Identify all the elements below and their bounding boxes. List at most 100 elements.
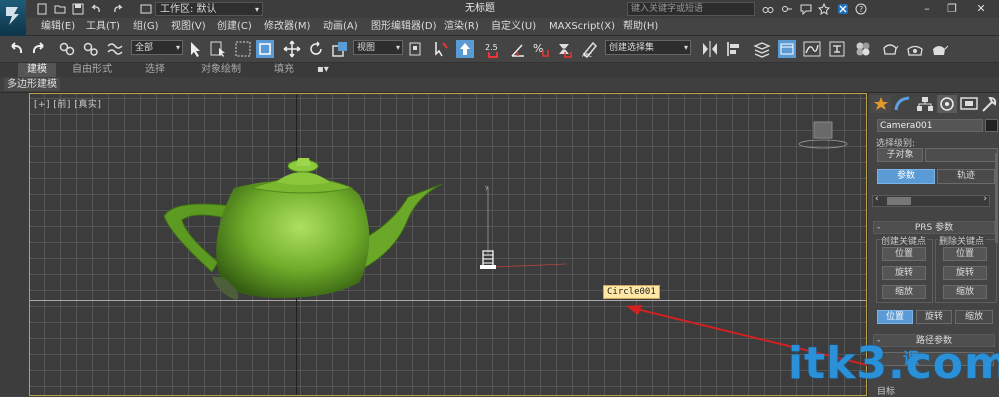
- rectangular-selection-icon[interactable]: [234, 40, 252, 58]
- ribbon-tab-object-paint[interactable]: 对象绘制: [192, 63, 250, 77]
- display-tab-icon[interactable]: [959, 95, 979, 113]
- menu-item-graph-editors[interactable]: 图形编辑器(D): [371, 20, 437, 33]
- scroll-thumb[interactable]: [887, 197, 911, 205]
- new-file-icon[interactable]: [36, 3, 48, 15]
- delete-key-rotation-button[interactable]: 旋转: [943, 266, 987, 280]
- object-name-field[interactable]: Camera001: [877, 119, 983, 132]
- scale-icon[interactable]: [331, 40, 349, 58]
- curve-editor-icon[interactable]: [803, 40, 821, 58]
- ribbon-options-icon[interactable]: ▪▾: [308, 63, 338, 77]
- menu-item-tools[interactable]: 工具(T): [86, 20, 120, 33]
- rotation-mode-button[interactable]: 旋转: [916, 310, 952, 324]
- workspace-dropdown[interactable]: 工作区: 默认 ▾: [155, 2, 263, 16]
- material-editor-icon[interactable]: [854, 40, 872, 58]
- viewcube[interactable]: [798, 116, 848, 150]
- menu-item-customize[interactable]: 自定义(U): [491, 20, 536, 33]
- motion-tab-icon[interactable]: [937, 95, 957, 113]
- star-icon[interactable]: [818, 3, 830, 15]
- panel-vertical-scrollbar[interactable]: [995, 153, 998, 243]
- utilities-tab-icon[interactable]: [979, 95, 999, 113]
- menu-item-edit[interactable]: 编辑(E): [41, 20, 75, 33]
- reference-coordinate-dropdown[interactable]: 视图 ▾: [353, 40, 403, 55]
- prs-parameters-rollout[interactable]: - PRS 参数: [873, 221, 995, 234]
- angle-snap-icon[interactable]: [509, 40, 527, 58]
- ribbon-tab-populate[interactable]: 填充: [265, 63, 303, 77]
- bind-space-warp-icon[interactable]: [106, 40, 124, 58]
- maximize-button[interactable]: ❐: [941, 1, 963, 17]
- snaps-toggle-icon[interactable]: 2.5: [484, 40, 502, 58]
- hierarchy-tab-icon[interactable]: [915, 95, 935, 113]
- open-folder-icon[interactable]: [54, 3, 66, 15]
- scale-mode-button[interactable]: 缩放: [955, 310, 993, 324]
- ribbon-tab-selection[interactable]: 选择: [136, 63, 174, 77]
- communication-icon[interactable]: [800, 3, 812, 15]
- create-tab-icon[interactable]: [871, 95, 891, 113]
- camera-gizmo[interactable]: y: [470, 182, 570, 282]
- help-icon[interactable]: ?: [855, 3, 867, 15]
- create-key-position-button[interactable]: 位置: [882, 247, 926, 261]
- selection-filter-dropdown[interactable]: 全部 ▾: [131, 40, 183, 55]
- scroll-right-icon[interactable]: ›: [983, 194, 987, 204]
- pivot-center-icon[interactable]: [407, 40, 425, 58]
- trajectories-mode-button[interactable]: 轨迹: [937, 169, 995, 184]
- menu-item-view[interactable]: 视图(V): [171, 20, 206, 33]
- menu-item-maxscript[interactable]: MAXScript(X): [549, 20, 615, 33]
- menu-item-group[interactable]: 组(G): [133, 20, 159, 33]
- select-object-icon[interactable]: [186, 40, 204, 58]
- create-key-scale-button[interactable]: 缩放: [882, 285, 926, 299]
- ribbon-tab-modeling[interactable]: 建模: [18, 63, 56, 77]
- rotate-icon[interactable]: [307, 40, 325, 58]
- redo-icon[interactable]: [112, 3, 124, 15]
- app-menu-button[interactable]: [0, 0, 26, 36]
- move-icon[interactable]: [283, 40, 301, 58]
- menu-item-help[interactable]: 帮助(H): [623, 20, 658, 33]
- mirror-icon[interactable]: [701, 40, 719, 58]
- delete-key-position-button[interactable]: 位置: [943, 247, 987, 261]
- scene-explorer-icon[interactable]: [778, 40, 796, 58]
- menu-item-modifiers[interactable]: 修改器(M): [264, 20, 310, 33]
- edit-named-selection-icon[interactable]: ABC: [581, 40, 599, 58]
- named-selection-sets-dropdown[interactable]: 创建选择集 ▾: [605, 40, 691, 55]
- undo-icon[interactable]: [7, 40, 25, 58]
- ribbon-tab-freeform[interactable]: 自由形式: [63, 63, 121, 77]
- align-icon[interactable]: [725, 40, 743, 58]
- key-icon[interactable]: [781, 3, 793, 15]
- select-manipulate-icon[interactable]: [431, 40, 449, 58]
- teapot-object[interactable]: [156, 154, 456, 304]
- spinner-snap-icon[interactable]: [555, 40, 573, 58]
- binoculars-icon[interactable]: [762, 3, 774, 15]
- link-icon[interactable]: [58, 40, 76, 58]
- sub-object-button[interactable]: 子对象: [877, 148, 923, 162]
- render-production-icon[interactable]: [930, 40, 948, 58]
- rendered-frame-window-icon[interactable]: [906, 40, 924, 58]
- parameters-mode-button[interactable]: 参数: [877, 169, 935, 184]
- panel-horizontal-scrollbar[interactable]: ‹ ›: [872, 194, 990, 207]
- project-folder-icon[interactable]: [140, 3, 152, 15]
- object-color-swatch[interactable]: [985, 119, 998, 132]
- scroll-left-icon[interactable]: ‹: [875, 194, 879, 204]
- unlink-icon[interactable]: [82, 40, 100, 58]
- redo-icon[interactable]: [30, 40, 48, 58]
- menu-item-animation[interactable]: 动画(A): [323, 20, 358, 33]
- minimize-button[interactable]: –: [916, 1, 938, 17]
- menu-item-create[interactable]: 创建(C): [217, 20, 252, 33]
- save-icon[interactable]: [72, 3, 84, 15]
- layer-manager-icon[interactable]: [753, 40, 771, 58]
- create-key-rotation-button[interactable]: 旋转: [882, 266, 926, 280]
- sub-object-dropdown[interactable]: [925, 148, 998, 162]
- viewport-label[interactable]: [+] [前] [真实]: [34, 97, 101, 110]
- search-input[interactable]: 键入关键字或短语: [627, 2, 755, 16]
- schematic-view-icon[interactable]: [828, 40, 846, 58]
- percent-snap-icon[interactable]: %: [532, 40, 550, 58]
- render-setup-icon[interactable]: [881, 40, 899, 58]
- keyboard-shortcut-override-icon[interactable]: [456, 40, 474, 58]
- menu-item-rendering[interactable]: 渲染(R): [444, 20, 479, 33]
- exchange-icon[interactable]: [837, 3, 849, 15]
- delete-key-scale-button[interactable]: 缩放: [943, 285, 987, 299]
- select-by-name-icon[interactable]: [209, 40, 227, 58]
- close-button[interactable]: ✕: [970, 1, 992, 17]
- polygon-modeling-label[interactable]: 多边形建模: [4, 78, 60, 91]
- position-mode-button[interactable]: 位置: [877, 310, 913, 324]
- undo-icon[interactable]: [90, 3, 102, 15]
- modify-tab-icon[interactable]: [893, 95, 913, 113]
